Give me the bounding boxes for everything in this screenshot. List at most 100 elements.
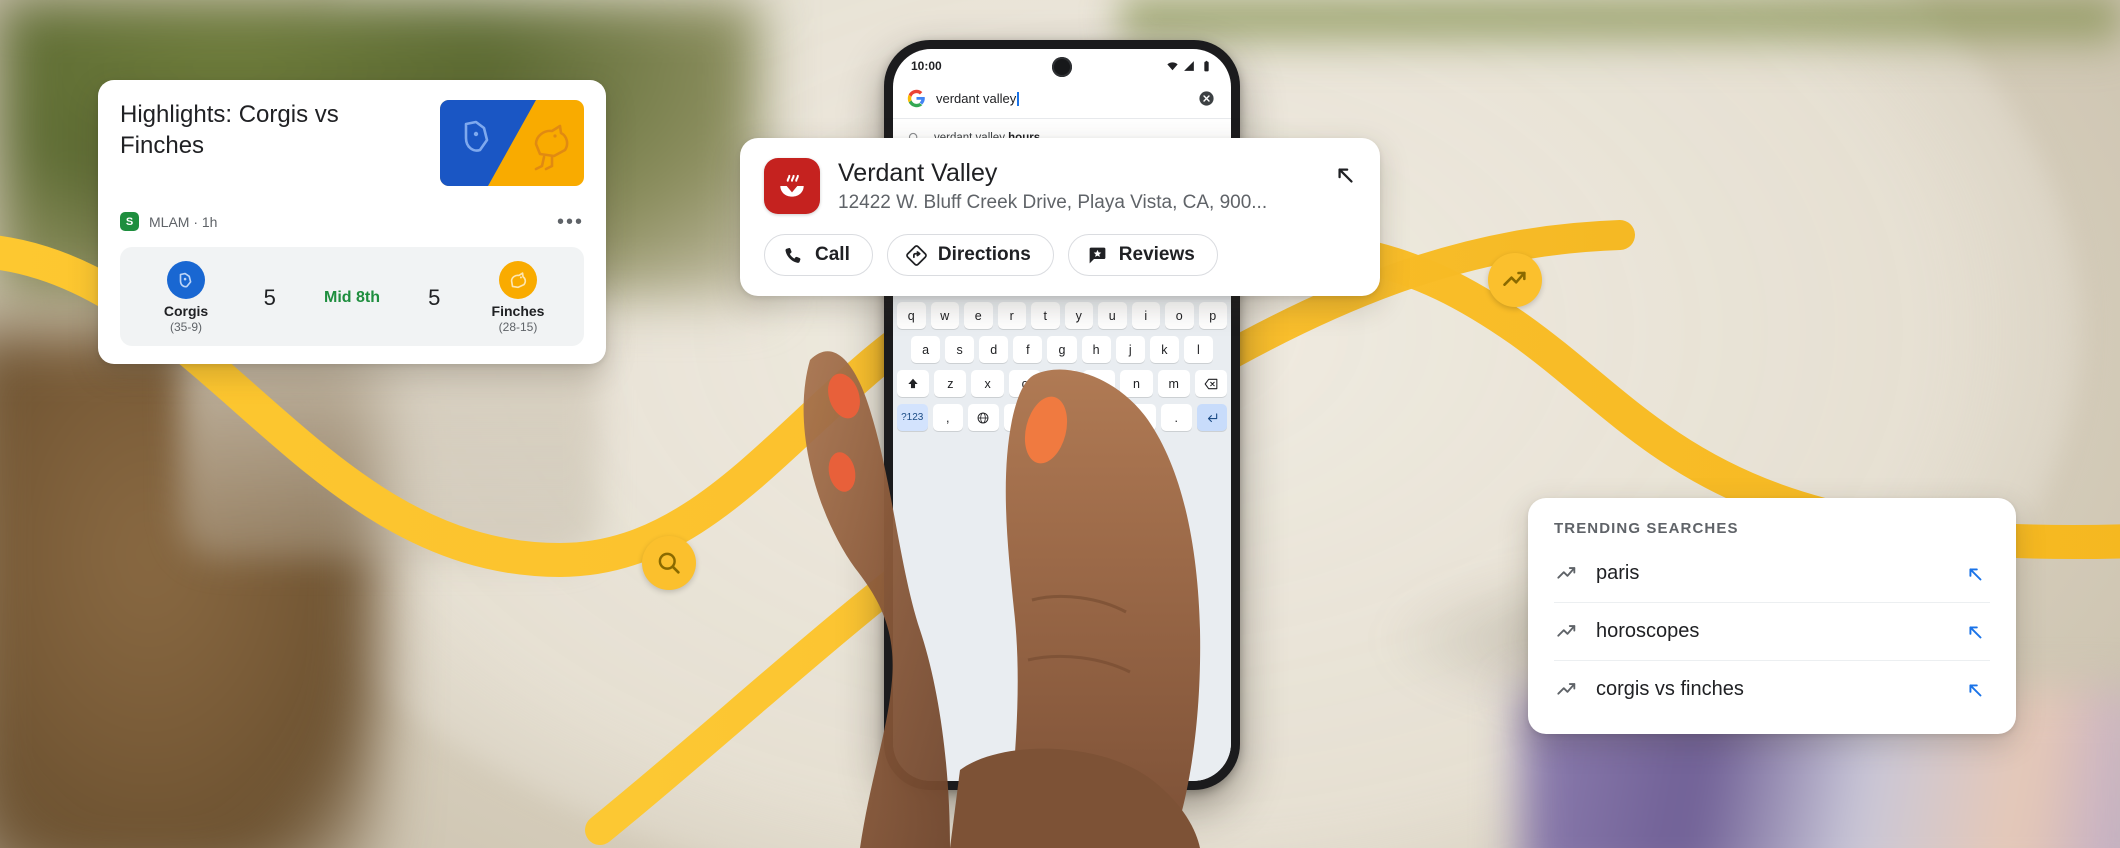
source-badge: S	[120, 212, 139, 231]
arrow-up-left-icon[interactable]	[1964, 679, 1986, 701]
key-h[interactable]: h	[1081, 336, 1111, 363]
key-q[interactable]: q	[897, 302, 926, 329]
phone-icon	[785, 247, 801, 263]
key-n[interactable]: n	[1120, 370, 1153, 397]
on-screen-keyboard[interactable]: q w e r t y u i o p a s d f g h j k l z …	[893, 295, 1231, 781]
key-g[interactable]: g	[1047, 336, 1077, 363]
home-team: Corgis (35-9)	[138, 261, 234, 334]
backspace-key[interactable]	[1194, 370, 1227, 397]
place-actions: Call Directions Reviews	[764, 234, 1358, 276]
key-a[interactable]: a	[911, 336, 941, 363]
gesture-nav-bar	[897, 438, 1227, 460]
score-strip: Corgis (35-9) 5 Mid 8th 5 Finches (28-15…	[120, 247, 584, 346]
trending-up-icon	[1557, 624, 1576, 637]
key-x[interactable]: x	[971, 370, 1004, 397]
highlights-header: Highlights: Corgis vs Finches	[120, 100, 584, 186]
status-icons	[1166, 60, 1213, 73]
place-text: Verdant Valley 12422 W. Bluff Creek Driv…	[838, 158, 1314, 214]
promo-scene: 10:00 verdant valley q w e r t y u i o p…	[0, 0, 2120, 848]
space-key[interactable]	[1003, 404, 1156, 431]
trending-up-icon	[1557, 682, 1576, 695]
highlights-source: S MLAM · 1h	[120, 212, 217, 231]
highlights-meta: S MLAM · 1h •••	[120, 212, 584, 232]
away-team-badge	[499, 261, 537, 299]
key-w[interactable]: w	[930, 302, 959, 329]
trending-item[interactable]: paris	[1554, 545, 1990, 603]
trending-searches-title: Trending searches	[1554, 520, 1739, 537]
key-f[interactable]: f	[1013, 336, 1043, 363]
place-name: Verdant Valley	[838, 159, 998, 187]
key-v[interactable]: v	[1045, 370, 1079, 397]
key-d[interactable]: d	[979, 336, 1009, 363]
place-card[interactable]: Verdant Valley 12422 W. Bluff Creek Driv…	[740, 138, 1380, 296]
key-i[interactable]: i	[1131, 302, 1160, 329]
text-caret	[1017, 92, 1019, 106]
key-k[interactable]: k	[1149, 336, 1179, 363]
trending-item[interactable]: horoscopes	[1554, 603, 1990, 661]
trending-item-label: paris	[1596, 562, 1640, 584]
trending-item-label: horoscopes	[1596, 620, 1700, 642]
shift-key[interactable]	[897, 370, 930, 397]
highlights-card[interactable]: Highlights: Corgis vs Finches S MLAM · 1…	[98, 80, 606, 364]
key-u[interactable]: u	[1098, 302, 1127, 329]
key-p[interactable]: p	[1198, 302, 1227, 329]
globe-key[interactable]	[968, 404, 999, 431]
directions-button[interactable]: Directions	[886, 234, 1054, 276]
reviews-button[interactable]: Reviews	[1067, 234, 1218, 276]
google-g-icon	[907, 89, 925, 108]
key-t[interactable]: t	[1031, 302, 1060, 329]
call-button-label: Call	[815, 244, 850, 265]
key-b[interactable]: b	[1083, 370, 1116, 397]
home-team-name: Corgis	[163, 303, 209, 319]
arrow-up-left-icon[interactable]	[1964, 563, 1986, 585]
battery-icon	[1204, 60, 1209, 71]
trending-item-label: corgis vs finches	[1596, 678, 1744, 700]
keyboard-row-4: ?123 , .	[897, 404, 1227, 431]
trending-up-icon	[1503, 271, 1526, 286]
dog-icon	[179, 272, 192, 288]
call-button[interactable]: Call	[764, 234, 873, 276]
symbols-key[interactable]: ?123	[897, 404, 928, 431]
teams-split-graphic	[440, 100, 584, 186]
period-key[interactable]: .	[1161, 404, 1192, 431]
enter-icon	[1207, 412, 1217, 422]
trending-searches-card[interactable]: Trending searches paris horoscopes	[1528, 498, 2016, 734]
search-input-value: verdant valley	[936, 91, 1017, 106]
key-y[interactable]: y	[1064, 302, 1093, 329]
restaurant-bowl-icon	[764, 158, 820, 214]
key-j[interactable]: j	[1115, 336, 1145, 363]
arrow-up-left-icon[interactable]	[1332, 162, 1358, 188]
overflow-menu-icon[interactable]: •••	[557, 212, 584, 232]
review-icon	[1089, 247, 1106, 263]
clear-x-icon[interactable]	[1198, 90, 1215, 107]
home-team-record: (35-9)	[169, 320, 202, 334]
signal-icon	[1184, 60, 1194, 71]
status-time: 10:00	[911, 59, 942, 73]
search-bar[interactable]: verdant valley	[893, 83, 1231, 119]
ribbon-trending-node	[1488, 253, 1542, 307]
key-o[interactable]: o	[1165, 302, 1194, 329]
arrow-up-left-icon[interactable]	[1964, 621, 1986, 643]
source-label: MLAM · 1h	[149, 213, 218, 230]
away-team-score: 5	[428, 284, 441, 310]
key-r[interactable]: r	[997, 302, 1026, 329]
away-team-record: (28-15)	[498, 320, 538, 334]
keyboard-row-1: q w e r t y u i o p	[897, 302, 1227, 329]
keyboard-row-2: a s d f g h j k l	[897, 336, 1227, 363]
trending-item[interactable]: corgis vs finches	[1554, 661, 1990, 718]
key-l[interactable]: l	[1183, 336, 1213, 363]
search-input[interactable]: verdant valley	[936, 91, 1188, 106]
key-m[interactable]: m	[1157, 370, 1190, 397]
key-e[interactable]: e	[964, 302, 993, 329]
place-address: 12422 W. Bluff Creek Drive, Playa Vista,…	[838, 192, 1268, 213]
background-green-strip	[1120, 0, 2120, 60]
key-s[interactable]: s	[945, 336, 975, 363]
key-z[interactable]: z	[934, 370, 967, 397]
wifi-icon	[1167, 61, 1178, 70]
comma-key[interactable]: ,	[932, 404, 963, 431]
enter-key[interactable]	[1196, 404, 1227, 431]
game-period: Mid 8th	[324, 288, 380, 306]
key-c[interactable]: c	[1008, 370, 1041, 397]
highlights-thumbnail	[440, 100, 584, 186]
highlights-title: Highlights: Corgis vs Finches	[120, 101, 339, 159]
